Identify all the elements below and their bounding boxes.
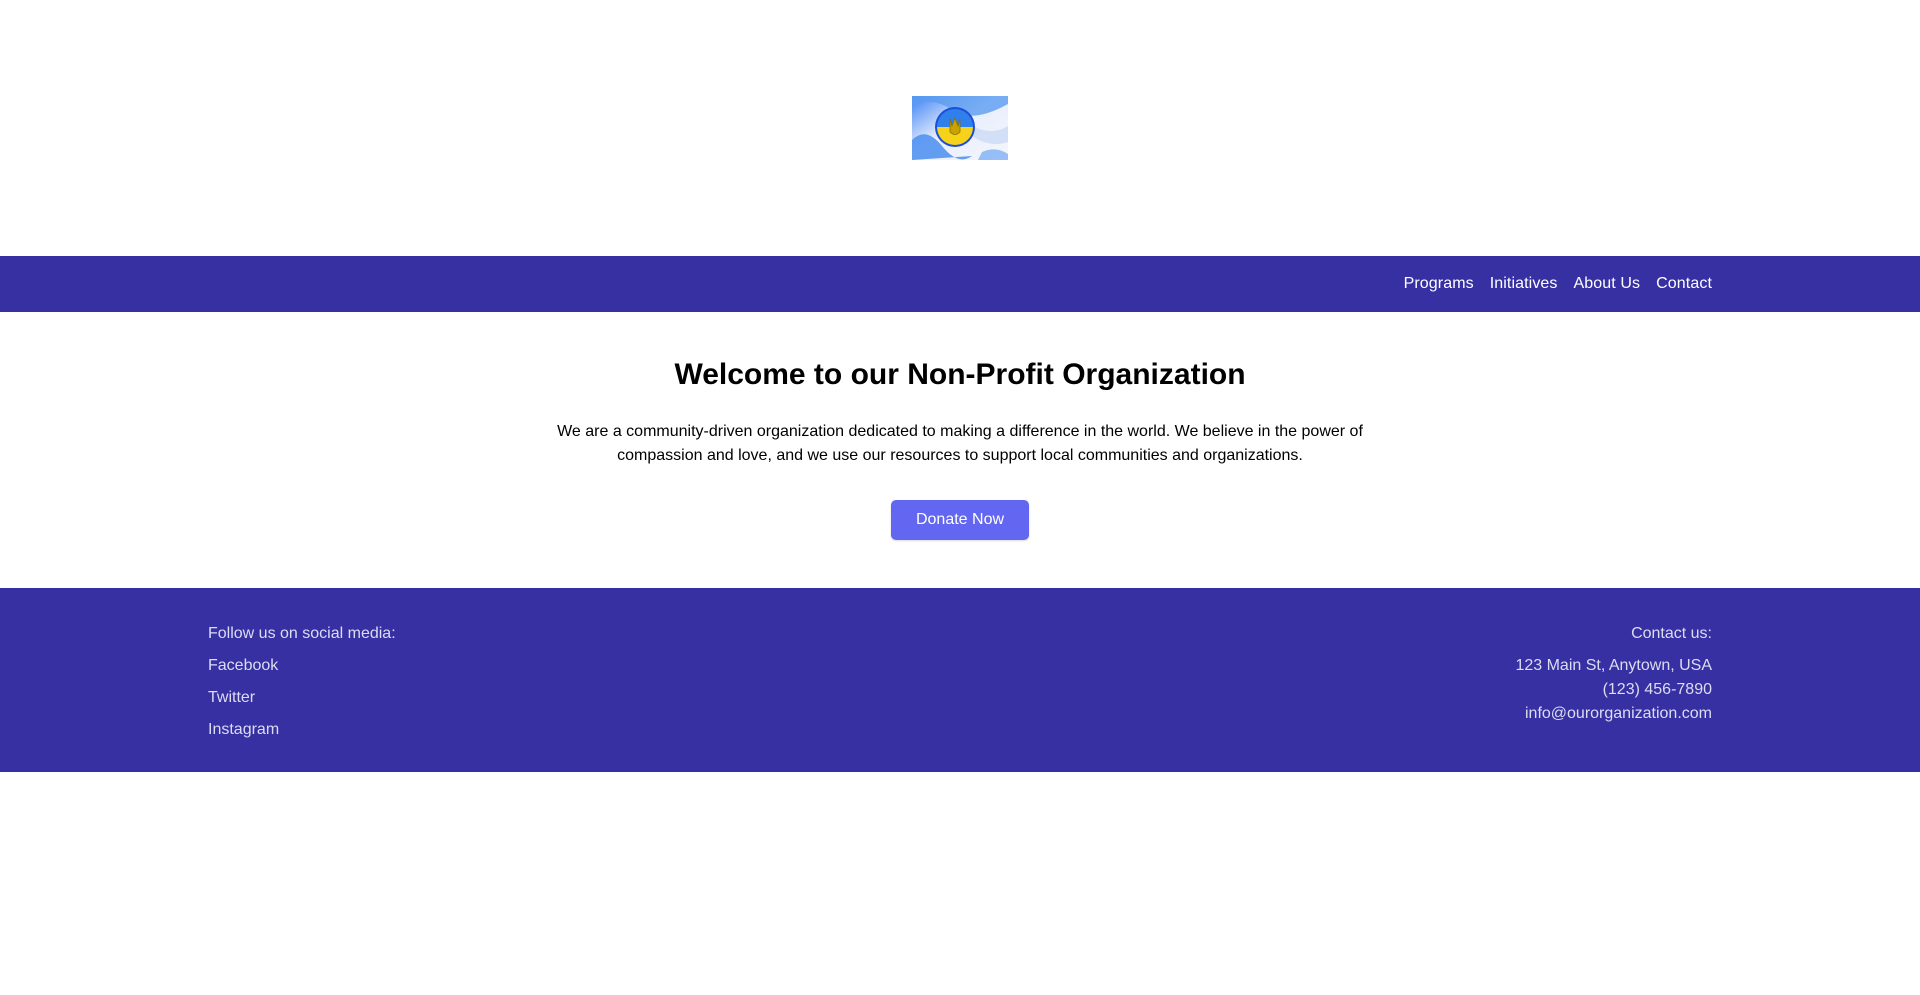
hero-section: Welcome to our Non-Profit Organization W… — [0, 312, 1920, 588]
nav-link-initiatives[interactable]: Initiatives — [1490, 275, 1558, 293]
donate-button[interactable]: Donate Now — [891, 500, 1029, 540]
ukraine-flag-badge-icon — [912, 96, 1008, 160]
page-title: Welcome to our Non-Profit Organization — [674, 358, 1246, 391]
nav-link-about-us[interactable]: About Us — [1574, 275, 1641, 293]
instagram-link[interactable]: Instagram — [208, 718, 396, 742]
logo[interactable] — [912, 96, 1008, 160]
footer-contact: Contact us: 123 Main St, Anytown, USA (1… — [1515, 622, 1712, 726]
nav-links: Programs Initiatives About Us Contact — [1404, 256, 1712, 312]
twitter-link[interactable]: Twitter — [208, 686, 396, 710]
contact-heading: Contact us: — [1631, 625, 1712, 642]
footer: Follow us on social media: Facebook Twit… — [0, 588, 1920, 772]
hero-description: We are a community-driven organization d… — [557, 423, 1363, 464]
facebook-link[interactable]: Facebook — [208, 654, 396, 678]
contact-phone: (123) 456-7890 — [1602, 681, 1712, 698]
top-navbar: Programs Initiatives About Us Contact — [0, 256, 1920, 312]
page: Programs Initiatives About Us Contact We… — [0, 0, 1920, 995]
contact-address: 123 Main St, Anytown, USA — [1515, 657, 1712, 674]
footer-social: Follow us on social media: Facebook Twit… — [208, 622, 396, 750]
nav-link-programs[interactable]: Programs — [1404, 275, 1474, 293]
contact-email: info@ourorganization.com — [1524, 705, 1712, 722]
social-heading: Follow us on social media: — [208, 625, 396, 642]
nav-link-contact[interactable]: Contact — [1656, 275, 1712, 293]
